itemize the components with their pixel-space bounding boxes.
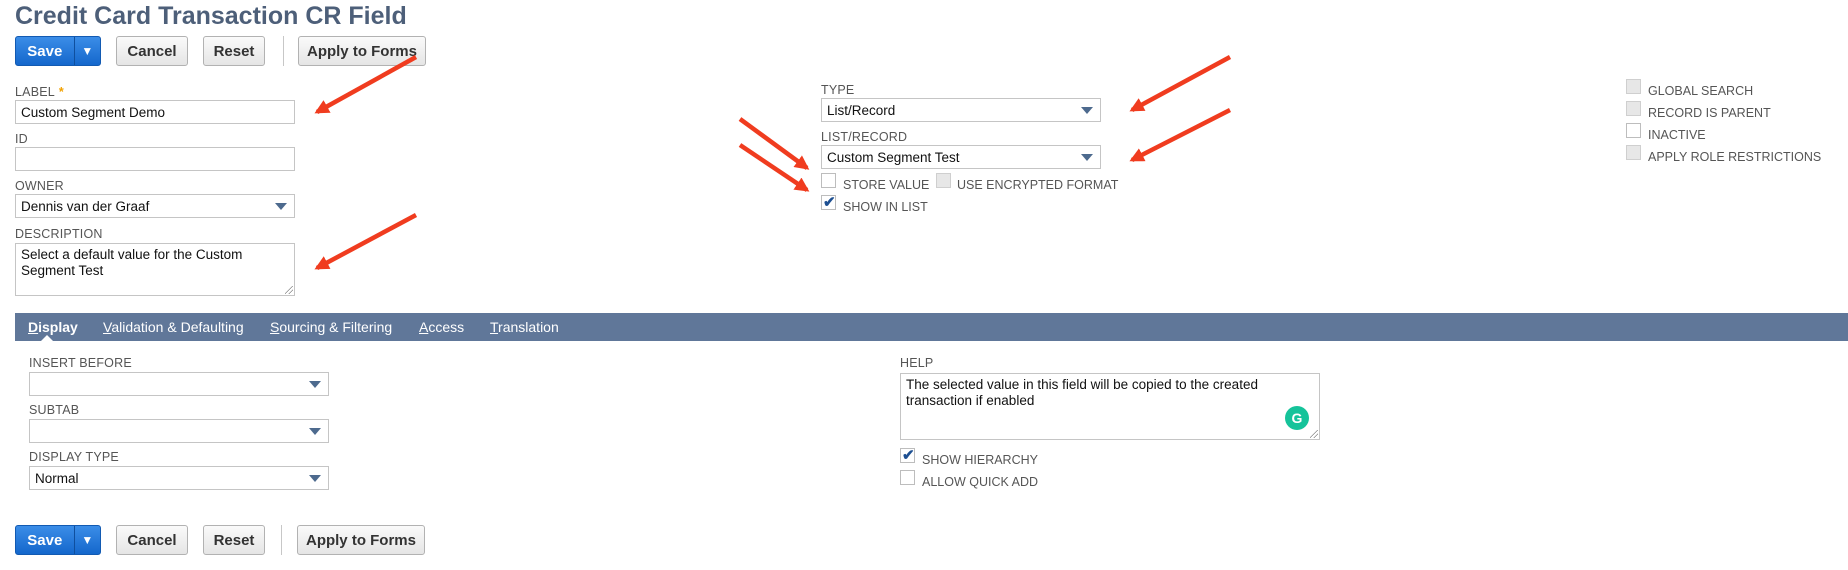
global-search-label: GLOBAL SEARCH: [1648, 84, 1754, 98]
global-search-checkbox[interactable]: [1626, 79, 1641, 94]
label-caption-text: LABEL: [15, 85, 55, 99]
tab-access-key: A: [419, 319, 429, 335]
apply-role-restrictions-label: APPLY ROLE RESTRICTIONS: [1648, 150, 1822, 164]
subtab-bar: Display Validation & Defaulting Sourcing…: [15, 313, 1848, 341]
active-tab-indicator: [40, 335, 54, 342]
save-button-label[interactable]: Save: [16, 526, 75, 554]
allow-quick-add-label: ALLOW QUICK ADD: [922, 475, 1038, 489]
store-value-checkbox[interactable]: [821, 173, 836, 188]
required-marker: *: [58, 85, 64, 99]
help-caption: HELP: [900, 356, 934, 370]
list-record-select-value: Custom Segment Test: [827, 149, 960, 165]
reset-button-bottom[interactable]: Reset: [203, 525, 265, 555]
display-type-caption: DISPLAY TYPE: [29, 450, 119, 464]
store-value-label: STORE VALUE: [843, 178, 930, 192]
tab-validation-rest: alidation & Defaulting: [111, 319, 244, 335]
owner-select[interactable]: Dennis van der Graaf: [15, 194, 295, 218]
tab-sourcing-key: S: [270, 319, 280, 335]
chevron-down-icon: [275, 203, 287, 210]
apply-to-forms-button-bottom[interactable]: Apply to Forms: [297, 525, 425, 555]
save-button-top[interactable]: Save ▼: [15, 36, 101, 66]
list-record-select[interactable]: Custom Segment Test: [821, 145, 1101, 169]
owner-caption: OWNER: [15, 179, 64, 193]
list-record-caption: LIST/RECORD: [821, 130, 908, 144]
save-dropdown-icon[interactable]: ▼: [75, 526, 100, 554]
apply-to-forms-button-top[interactable]: Apply to Forms: [298, 36, 426, 66]
reset-button-top[interactable]: Reset: [203, 36, 265, 66]
toolbar-divider-top: [283, 36, 284, 66]
label-caption: LABEL *: [15, 85, 64, 99]
tab-display-rest: isplay: [38, 319, 78, 335]
record-is-parent-checkbox[interactable]: [1626, 101, 1641, 116]
checkmark-icon: ✔: [902, 447, 915, 464]
apply-role-restrictions-checkbox[interactable]: [1626, 145, 1641, 160]
red-arrow: [1129, 55, 1232, 112]
chevron-down-icon: [309, 381, 321, 388]
save-dropdown-icon[interactable]: ▼: [75, 37, 100, 65]
resize-handle-icon[interactable]: [285, 286, 293, 294]
tab-translation-key: T: [490, 319, 499, 335]
show-hierarchy-checkbox[interactable]: ✔: [900, 447, 915, 464]
use-encrypted-format-checkbox[interactable]: [936, 173, 951, 188]
cancel-button-top[interactable]: Cancel: [116, 36, 188, 66]
description-caption: DESCRIPTION: [15, 227, 103, 241]
grammarly-icon[interactable]: G: [1285, 406, 1309, 430]
inactive-checkbox[interactable]: [1626, 123, 1641, 138]
type-caption: TYPE: [821, 83, 855, 97]
inactive-label: INACTIVE: [1648, 128, 1706, 142]
tab-validation-defaulting[interactable]: Validation & Defaulting: [103, 313, 244, 341]
insert-before-caption: INSERT BEFORE: [29, 356, 132, 370]
show-in-list-label: SHOW IN LIST: [843, 200, 928, 214]
tab-sourcing-rest: ourcing & Filtering: [279, 319, 393, 335]
description-text: Select a default value for the Custom Se…: [21, 247, 243, 278]
insert-before-select[interactable]: [29, 372, 329, 396]
chevron-down-icon: [1081, 154, 1093, 161]
tab-translation[interactable]: Translation: [490, 313, 559, 341]
resize-handle-icon[interactable]: [1310, 430, 1318, 438]
cancel-button-bottom[interactable]: Cancel: [116, 525, 188, 555]
type-select[interactable]: List/Record: [821, 98, 1101, 122]
display-type-value: Normal: [35, 470, 79, 486]
help-text: The selected value in this field will be…: [906, 377, 1258, 408]
red-arrow: [738, 143, 810, 192]
owner-select-value: Dennis van der Graaf: [21, 198, 150, 214]
label-input[interactable]: Custom Segment Demo: [15, 100, 295, 124]
checkmark-icon: ✔: [823, 194, 836, 211]
chevron-down-icon: [309, 475, 321, 482]
chevron-down-icon: [1081, 107, 1093, 114]
red-arrow: [314, 213, 418, 270]
red-arrow: [1129, 107, 1232, 163]
page-title: Credit Card Transaction CR Field: [15, 2, 407, 30]
use-encrypted-format-label: USE ENCRYPTED FORMAT: [957, 178, 1119, 192]
tab-access-rest: ccess: [428, 319, 465, 335]
allow-quick-add-checkbox[interactable]: [900, 470, 915, 485]
type-select-value: List/Record: [827, 102, 896, 118]
subtab-caption: SUBTAB: [29, 403, 80, 417]
tab-sourcing-filtering[interactable]: Sourcing & Filtering: [270, 313, 392, 341]
tab-access[interactable]: Access: [419, 313, 464, 341]
subtab-select[interactable]: [29, 419, 329, 443]
id-caption: ID: [15, 132, 28, 146]
toolbar-divider-bottom: [281, 525, 282, 555]
show-in-list-checkbox[interactable]: ✔: [821, 194, 836, 211]
red-arrow: [738, 117, 810, 170]
chevron-down-icon: [309, 428, 321, 435]
help-textarea[interactable]: The selected value in this field will be…: [900, 373, 1320, 440]
tab-display-key: D: [28, 319, 39, 335]
save-button-label[interactable]: Save: [16, 37, 75, 65]
display-type-select[interactable]: Normal: [29, 466, 329, 490]
id-input[interactable]: [15, 147, 295, 171]
record-is-parent-label: RECORD IS PARENT: [1648, 106, 1771, 120]
description-textarea[interactable]: Select a default value for the Custom Se…: [15, 243, 295, 296]
show-hierarchy-label: SHOW HIERARCHY: [922, 453, 1038, 467]
save-button-bottom[interactable]: Save ▼: [15, 525, 101, 555]
tab-translation-rest: ranslation: [498, 319, 559, 335]
